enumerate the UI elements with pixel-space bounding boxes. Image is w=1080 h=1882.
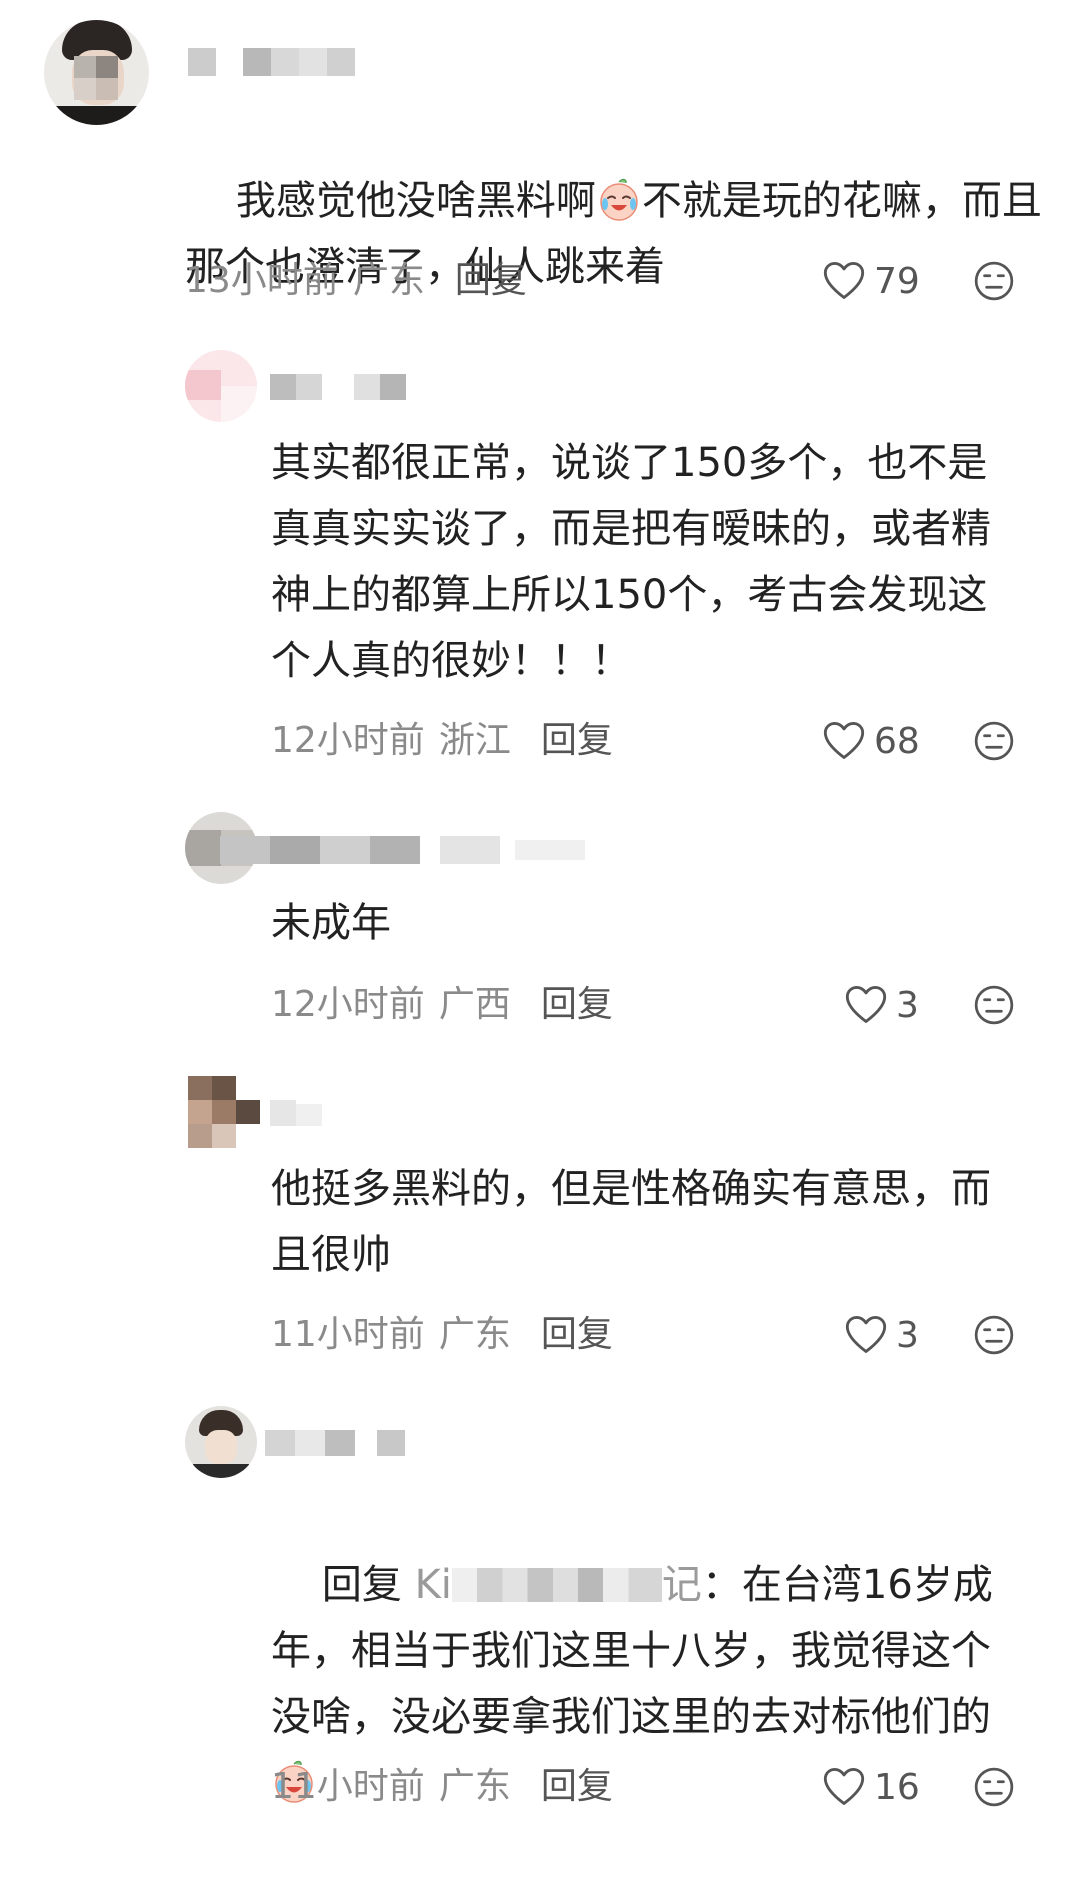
dislike-face-icon[interactable] — [973, 1314, 1015, 1356]
reply-button[interactable]: 回复 — [455, 260, 527, 301]
like-button[interactable]: 68 — [822, 716, 920, 766]
dislike-face-icon[interactable] — [973, 1766, 1015, 1808]
avatar[interactable] — [185, 350, 257, 422]
avatar[interactable] — [185, 1406, 257, 1478]
comment-text: 他挺多黑料的，但是性格确实有意思，而 且很帅 — [271, 1166, 991, 1278]
reply-button[interactable]: 回复 — [541, 984, 613, 1025]
comment-meta: 11小时前 广东 回复 — [271, 1310, 613, 1360]
comment-location: 广东 — [438, 1314, 511, 1355]
like-button[interactable]: 3 — [844, 1310, 919, 1360]
avatar[interactable] — [188, 1076, 260, 1148]
comment-location: 广东 — [438, 1766, 511, 1807]
like-count: 68 — [874, 720, 920, 762]
comment-text-part: 不就是玩的花嘛，而且 — [641, 178, 1042, 224]
comment-meta: 13小时前 广东 回复 — [185, 256, 527, 306]
like-button[interactable]: 3 — [844, 980, 919, 1030]
comment-meta: 12小时前 浙江 回复 — [271, 716, 613, 766]
like-button[interactable]: 79 — [822, 256, 920, 306]
comment-time: 13小时前 — [185, 260, 339, 301]
like-button[interactable]: 16 — [822, 1762, 920, 1812]
comment-time: 11小时前 — [271, 1314, 425, 1355]
comment-time: 12小时前 — [271, 720, 425, 761]
heart-icon — [844, 1313, 888, 1357]
reply-button[interactable]: 回复 — [541, 1314, 613, 1355]
comment-location: 浙江 — [438, 720, 511, 761]
comment-text: 未成年 — [271, 900, 391, 946]
comment-text-part: 年，相当于我们这里十八岁，我觉得这个 没啥，没必要拿我们这里的去对标他们的 — [271, 1628, 991, 1740]
reply-button[interactable]: 回复 — [541, 1766, 613, 1807]
like-count: 79 — [874, 260, 920, 302]
comment-time: 11小时前 — [271, 1766, 425, 1807]
crying-laugh-emoji-icon — [596, 176, 642, 222]
reply-target-name-blurred — [451, 1568, 662, 1602]
heart-icon — [822, 719, 866, 763]
heart-icon — [844, 983, 888, 1027]
like-count: 3 — [896, 1314, 919, 1356]
dislike-face-icon[interactable] — [973, 260, 1015, 302]
dislike-face-icon[interactable] — [973, 984, 1015, 1026]
comment-text: 其实都很正常，说谈了150多个，也不是 真真实实谈了，而是把有暧昧的，或者精 神… — [271, 440, 991, 684]
reply-target-tail: 记 — [661, 1562, 702, 1608]
reply-button[interactable]: 回复 — [541, 720, 613, 761]
comment-location: 广东 — [352, 260, 425, 301]
dislike-face-icon[interactable] — [973, 720, 1015, 762]
like-count: 3 — [896, 984, 919, 1026]
comment-location: 广西 — [438, 984, 511, 1025]
comment-meta: 12小时前 广西 回复 — [271, 980, 613, 1030]
comment-meta: 11小时前 广东 回复 — [271, 1762, 613, 1812]
comment-text: 回复 Ki 记：在台湾16岁成年，相当于我们这里十八岁，我觉得这个 没啥，没必要拿… — [271, 1486, 1061, 1882]
heart-icon — [822, 1765, 866, 1809]
reply-target-name[interactable]: Ki — [415, 1562, 452, 1608]
heart-icon — [822, 259, 866, 303]
reply-prefix: 回复 — [321, 1562, 402, 1608]
comment-text-part: ：在台湾16岁成 — [701, 1562, 993, 1608]
comment-time: 12小时前 — [271, 984, 425, 1025]
avatar[interactable] — [44, 20, 149, 125]
comment-text-part: 我感觉他没啥黑料啊 — [235, 178, 596, 224]
comment-text: 我感觉他没啥黑料啊 不就是玩的花嘛，而且 那个也澄清了，仙人跳来着 — [185, 102, 1045, 366]
like-count: 16 — [874, 1766, 920, 1808]
